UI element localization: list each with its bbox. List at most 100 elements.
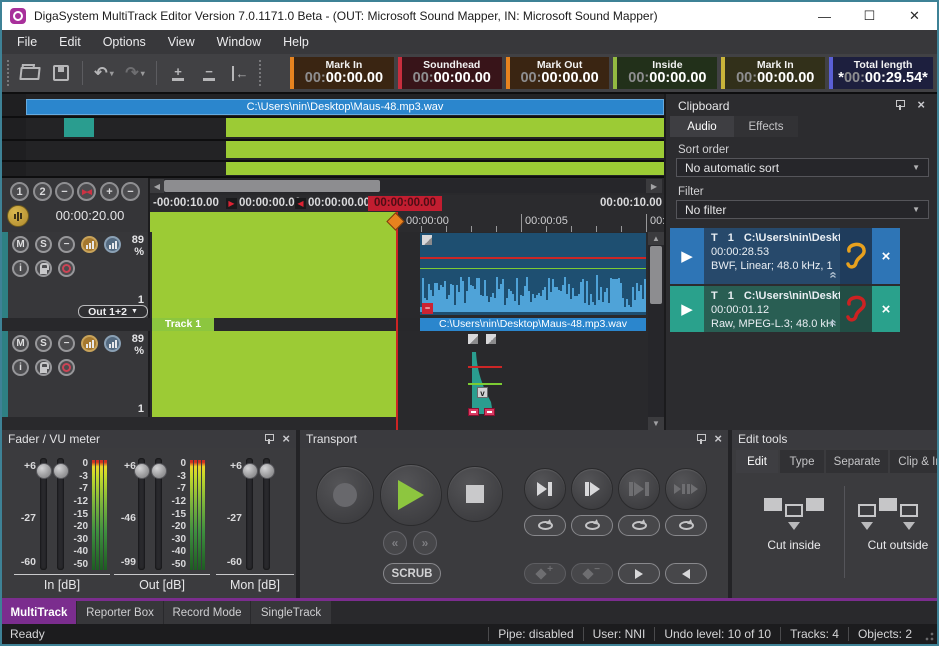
- tab-effects[interactable]: Effects: [734, 116, 798, 137]
- resize-grip[interactable]: [924, 631, 934, 641]
- redo-icon[interactable]: ↷▾: [123, 60, 147, 86]
- stop-button[interactable]: [447, 466, 503, 522]
- undo-icon[interactable]: ↶▾: [92, 60, 116, 86]
- track1-audio-object[interactable]: −: [420, 233, 646, 315]
- track2-mute-button[interactable]: M: [12, 335, 29, 352]
- play-to-mark-button[interactable]: [524, 468, 566, 510]
- close-panel-icon[interactable]: ×: [917, 100, 925, 110]
- track2-collapse-button[interactable]: −: [58, 335, 75, 352]
- fader-knob[interactable]: [36, 463, 52, 479]
- play-skip-button[interactable]: [665, 468, 707, 510]
- object-handle-icon[interactable]: [422, 235, 432, 245]
- track1-name[interactable]: Track 1: [152, 318, 214, 331]
- step-forward-button[interactable]: »: [413, 531, 437, 555]
- track2-lock-button[interactable]: [35, 359, 52, 376]
- entry-play-button[interactable]: ▶: [670, 228, 704, 284]
- zoom-preset-2-button[interactable]: 2: [33, 182, 52, 201]
- loop-button[interactable]: [665, 515, 707, 536]
- edit-handle-icon[interactable]: [468, 408, 479, 416]
- track2-record-button[interactable]: [58, 359, 75, 376]
- zoom-out-icon[interactable]: −: [197, 60, 221, 86]
- step-back-button[interactable]: «: [383, 531, 407, 555]
- menu-file[interactable]: File: [6, 32, 48, 52]
- menu-help[interactable]: Help: [272, 32, 320, 52]
- zoom-preset-1-button[interactable]: 1: [10, 182, 29, 201]
- track1-meter-b-button[interactable]: [104, 236, 121, 253]
- toolbar-grip[interactable]: [259, 60, 263, 86]
- track2-meter-b-button[interactable]: [104, 335, 121, 352]
- loop-button[interactable]: [571, 515, 613, 536]
- menu-view[interactable]: View: [157, 32, 206, 52]
- tab-multitrack[interactable]: MultiTrack: [2, 601, 76, 624]
- menu-window[interactable]: Window: [206, 32, 272, 52]
- entry-delete-button[interactable]: ×: [872, 286, 900, 332]
- close-panel-icon[interactable]: ×: [282, 434, 290, 444]
- pin-icon[interactable]: [264, 434, 274, 444]
- vscroll-up-button[interactable]: ▲: [648, 232, 664, 245]
- track1-mute-button[interactable]: M: [12, 236, 29, 253]
- entry-play-button[interactable]: ▶: [670, 286, 704, 332]
- record-button[interactable]: [316, 466, 374, 524]
- remove-marker-button[interactable]: −: [571, 563, 613, 584]
- next-marker-button[interactable]: [618, 563, 660, 584]
- track2-level-line[interactable]: [468, 366, 502, 368]
- goto-start-icon[interactable]: ←: [228, 60, 252, 86]
- clipboard-entry[interactable]: ▶ T1C:\Users\nin\Desktop\ 00:00:28.53 BW…: [670, 228, 932, 284]
- vscroll-thumb[interactable]: [650, 246, 662, 304]
- track1-output-select[interactable]: Out 1+2▼: [78, 305, 148, 318]
- track1-info-button[interactable]: i: [12, 260, 29, 277]
- playhead-line[interactable]: [396, 212, 398, 430]
- close-button[interactable]: ✕: [892, 2, 937, 30]
- add-marker-button[interactable]: +: [524, 563, 566, 584]
- prelisten-ear-button[interactable]: [840, 286, 872, 332]
- entry-info[interactable]: T1C:\Users\nin\Desktop\ 00:00:28.53 BWF,…: [704, 228, 840, 284]
- hscroll-right-button[interactable]: ▶: [646, 179, 662, 193]
- filter-select[interactable]: No filter▼: [676, 200, 929, 219]
- overview-object-track1[interactable]: C:\Users\nin\Desktop\Maus-48.mp3.wav: [26, 99, 664, 115]
- tab-type[interactable]: Type: [780, 450, 824, 473]
- time-ruler[interactable]: 00:00:00 00:00:05 00:: [150, 212, 664, 232]
- envelope-handle-icon[interactable]: [468, 334, 478, 344]
- object-level-line[interactable]: [420, 257, 646, 259]
- scrub-button[interactable]: SCRUB: [383, 563, 441, 584]
- track2-solo-button[interactable]: S: [35, 335, 52, 352]
- play-from-mark-button[interactable]: [571, 468, 613, 510]
- open-file-icon[interactable]: [18, 60, 42, 86]
- track2-gain-line[interactable]: [468, 383, 502, 385]
- pin-icon[interactable]: [696, 434, 706, 444]
- clipboard-entry[interactable]: ▶ T1C:\Users\nin\Desktop\ 00:00:01.12 Ra…: [670, 286, 932, 332]
- track2-meter-a-button[interactable]: [81, 335, 98, 352]
- zoom-in-icon[interactable]: +: [166, 60, 190, 86]
- loop-button[interactable]: [618, 515, 660, 536]
- track2-green-object[interactable]: [152, 331, 396, 417]
- zoom-out-time-button[interactable]: −: [121, 182, 140, 201]
- tab-edit[interactable]: Edit: [736, 450, 778, 473]
- track1-solo-button[interactable]: S: [35, 236, 52, 253]
- tab-record-mode[interactable]: Record Mode: [164, 601, 250, 624]
- loop-button[interactable]: [524, 515, 566, 536]
- collapse-button[interactable]: −: [55, 182, 74, 201]
- overview-object-green-2[interactable]: [226, 141, 664, 158]
- fader-knob[interactable]: [242, 463, 258, 479]
- object-minus-handle[interactable]: −: [422, 303, 433, 314]
- track1-object-label[interactable]: C:\Users\nin\Desktop\Maus-48.mp3.wav: [420, 318, 646, 331]
- overview-object-small[interactable]: [64, 118, 94, 137]
- overview-object-green-1[interactable]: [226, 118, 664, 137]
- play-between-marks-button[interactable]: [618, 468, 660, 510]
- envelope-handle-icon[interactable]: [486, 334, 496, 344]
- tab-singletrack[interactable]: SingleTrack: [251, 601, 331, 624]
- mark-in-flag-icon[interactable]: ▶: [226, 198, 237, 209]
- collapse-entry-icon[interactable]: »: [825, 319, 839, 326]
- minimize-button[interactable]: —: [802, 2, 847, 30]
- tab-separate[interactable]: Separate: [826, 450, 888, 473]
- close-panel-icon[interactable]: ×: [714, 434, 722, 444]
- fader-knob[interactable]: [134, 463, 150, 479]
- object-gain-line[interactable]: [420, 268, 646, 269]
- maximize-button[interactable]: ☐: [847, 2, 892, 30]
- hscroll-left-button[interactable]: ◀: [150, 179, 164, 193]
- mark-out-flag-icon[interactable]: ◀: [295, 198, 306, 209]
- entry-info[interactable]: T1C:\Users\nin\Desktop\ 00:00:01.12 Raw,…: [704, 286, 840, 332]
- track1-green-object[interactable]: [152, 232, 396, 318]
- tab-audio[interactable]: Audio: [670, 116, 734, 137]
- track2-info-button[interactable]: i: [12, 359, 29, 376]
